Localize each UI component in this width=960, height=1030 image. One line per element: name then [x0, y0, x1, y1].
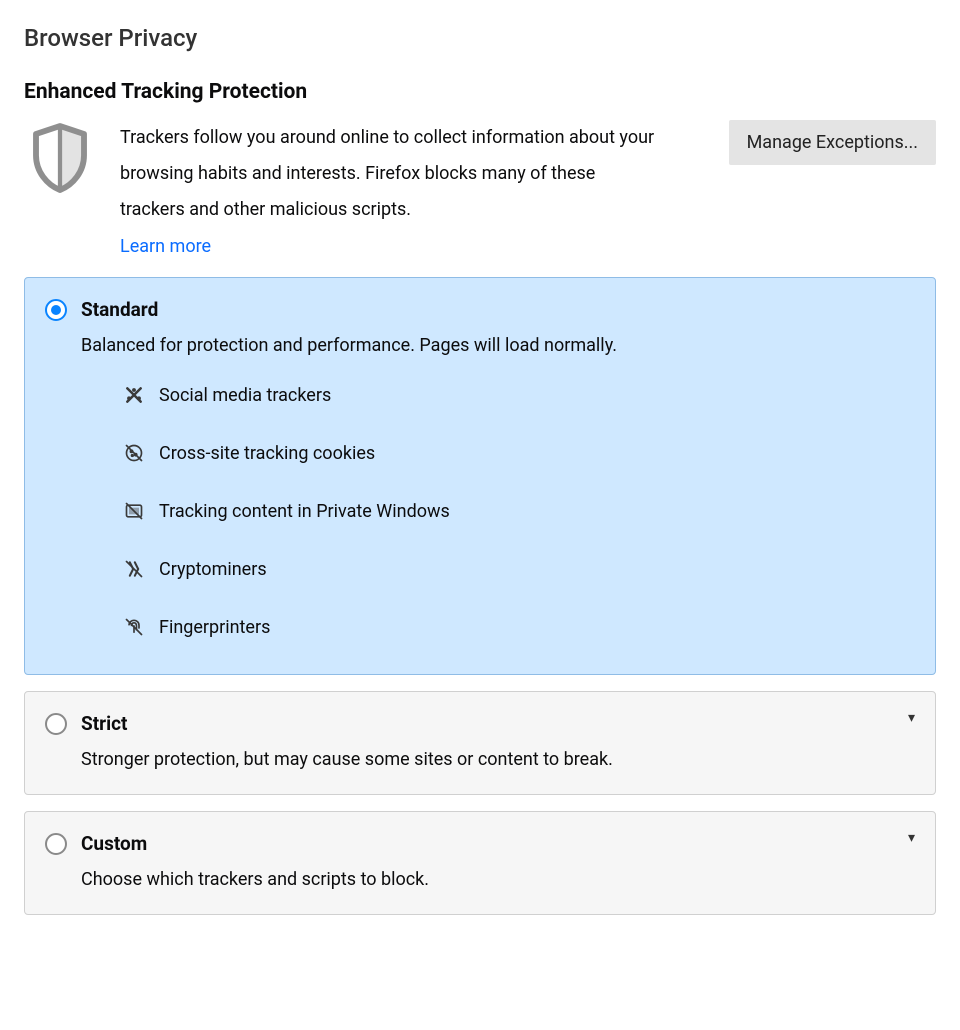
- manage-exceptions-button[interactable]: Manage Exceptions...: [729, 120, 936, 165]
- social-icon: [123, 384, 145, 406]
- etp-intro-row: Trackers follow you around online to col…: [24, 120, 936, 257]
- private-icon: [123, 500, 145, 522]
- option-title-strict: Strict: [81, 712, 127, 735]
- option-desc-custom: Choose which trackers and scripts to blo…: [81, 869, 915, 890]
- option-desc-strict: Stronger protection, but may cause some …: [81, 749, 915, 770]
- feature-item: Tracking content in Private Windows: [123, 500, 915, 522]
- option-header-custom[interactable]: Custom: [45, 832, 915, 855]
- option-header-strict[interactable]: Strict: [45, 712, 915, 735]
- feature-label: Fingerprinters: [159, 617, 270, 638]
- etp-description: Trackers follow you around online to col…: [120, 120, 660, 228]
- option-card-standard[interactable]: Standard Balanced for protection and per…: [24, 277, 936, 675]
- feature-item: Social media trackers: [123, 384, 915, 406]
- feature-label: Tracking content in Private Windows: [159, 501, 450, 522]
- section-title-etp: Enhanced Tracking Protection: [24, 80, 936, 104]
- option-card-custom[interactable]: ▾ Custom Choose which trackers and scrip…: [24, 811, 936, 915]
- option-card-strict[interactable]: ▾ Strict Stronger protection, but may ca…: [24, 691, 936, 795]
- radio-custom[interactable]: [45, 833, 67, 855]
- learn-more-link[interactable]: Learn more: [120, 236, 211, 257]
- radio-standard[interactable]: [45, 299, 67, 321]
- option-desc-standard: Balanced for protection and performance.…: [81, 335, 915, 356]
- chevron-down-icon: ▾: [908, 710, 915, 726]
- feature-item: Cross-site tracking cookies: [123, 442, 915, 464]
- standard-feature-list: Social media trackers Cross-site trackin…: [123, 384, 915, 638]
- feature-label: Social media trackers: [159, 385, 331, 406]
- option-title-custom: Custom: [81, 832, 147, 855]
- cookie-icon: [123, 442, 145, 464]
- feature-label: Cross-site tracking cookies: [159, 443, 375, 464]
- chevron-down-icon: ▾: [908, 830, 915, 846]
- crypto-icon: [123, 558, 145, 580]
- option-header-standard[interactable]: Standard: [45, 298, 915, 321]
- option-title-standard: Standard: [81, 298, 158, 321]
- page-title: Browser Privacy: [24, 24, 936, 52]
- feature-item: Cryptominers: [123, 558, 915, 580]
- feature-item: Fingerprinters: [123, 616, 915, 638]
- radio-strict[interactable]: [45, 713, 67, 735]
- shield-icon: [24, 120, 96, 204]
- feature-label: Cryptominers: [159, 559, 267, 580]
- fingerprint-icon: [123, 616, 145, 638]
